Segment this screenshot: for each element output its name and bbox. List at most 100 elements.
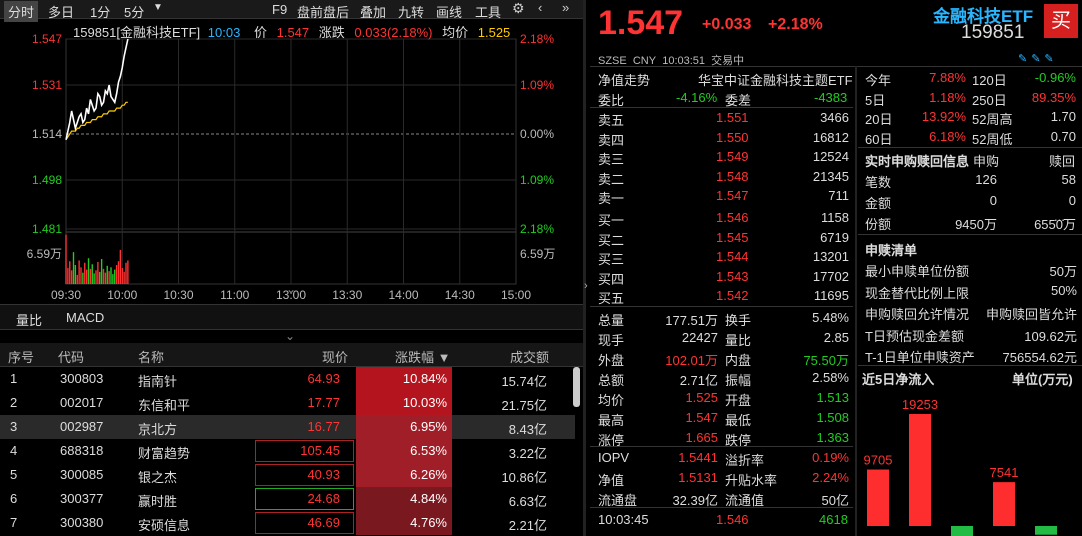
tick-price: 1.546 [716, 512, 749, 527]
vol-tick-left: 6.59万 [27, 247, 62, 261]
ask-level-label: 卖四 [598, 132, 625, 148]
edit-icon[interactable]: ✎✎✎ [1018, 52, 1058, 65]
vol-tick-right: 6.59万 [520, 247, 555, 261]
panel-divider[interactable] [583, 0, 586, 536]
iopv-value: 2.24% [812, 470, 849, 485]
price-change-pct: +2.18% [768, 16, 823, 33]
stat-label: 总量 [598, 313, 625, 328]
ask-level-label: 卖二 [598, 171, 625, 187]
col-change-pct[interactable]: 涨跌幅 ▼ [395, 347, 450, 366]
bid-level-label: 买一 [598, 213, 625, 228]
chart-time: 10:03 [207, 25, 241, 40]
collapse-right-icon[interactable]: › [584, 280, 588, 292]
ask-level-price[interactable]: 1.551 [716, 110, 749, 125]
bid-level-price[interactable]: 1.543 [716, 269, 749, 284]
change-label: 涨跌 [318, 25, 345, 40]
x-tick: 11:00 [220, 288, 249, 302]
bid-level-price[interactable]: 1.542 [716, 288, 749, 303]
stat-label: 现手 [598, 333, 625, 348]
table-row[interactable]: 6 300377 赢时胜 24.68 4.84% 6.63亿 [0, 487, 575, 511]
row-turnover: 10.86亿 [501, 470, 547, 485]
f9-button[interactable]: F9 [268, 1, 291, 18]
ask-level-price[interactable]: 1.547 [716, 188, 749, 203]
buy-button[interactable]: 买 [1044, 4, 1078, 38]
y-tick-right: 2.18% [520, 32, 554, 46]
stat-value: 75.50万 [803, 353, 849, 368]
x-tick: 13:30 [332, 288, 362, 302]
weicha-value: -4383 [814, 90, 848, 105]
nav-trend-link[interactable]: 净值走势 [598, 70, 650, 89]
row-name: 财富趋势 [138, 446, 191, 461]
sr-subscribe-value: 126 [975, 172, 997, 187]
list-label: 现金替代比例上限 [865, 285, 970, 301]
intraday-chart[interactable]: 1.547 2.18% 1.531 1.09% 1.514 0.00% 1.498 1.09%… [0, 19, 583, 302]
bid-level-price[interactable]: 1.546 [716, 210, 749, 225]
perf-label: 5日 [865, 92, 886, 108]
ask-level-price[interactable]: 1.548 [716, 169, 749, 184]
tab-volume-ratio[interactable]: 量比 [16, 310, 42, 329]
ask-level-label: 卖三 [598, 152, 625, 168]
stat-label: 最高 [598, 413, 625, 428]
chevron-down-icon[interactable]: ▼ [153, 2, 163, 13]
perf-value: 0.70 [1050, 128, 1076, 144]
col-name[interactable]: 名称 [138, 347, 164, 366]
ask-level-price[interactable]: 1.550 [716, 130, 749, 145]
change-value: 0.033(2.18%) [354, 25, 433, 40]
expand-icon[interactable]: ⌄ [285, 329, 295, 343]
perf-value: 13.92% [921, 109, 966, 124]
row-turnover: 8.43亿 [508, 422, 547, 437]
stat-value: 2.71亿 [679, 373, 718, 388]
price-change: +0.033 [702, 16, 752, 33]
row-code: 300377 [60, 491, 104, 506]
list-label: T-1日单位申赎资产 [865, 350, 975, 365]
inflow-bar [993, 482, 1015, 526]
table-row[interactable]: 2 002017 东信和平 17.77 10.03% 21.75亿 [0, 391, 575, 415]
table-row[interactable]: 5 300085 银之杰 40.93 6.26% 10.86亿 [0, 463, 575, 487]
table-row[interactable]: 1 300803 指南针 64.93 10.84% 15.74亿 [0, 367, 575, 391]
table-row[interactable]: 3 002987 京北方 16.77 6.95% 8.43亿 [0, 415, 575, 439]
inflow-bar [909, 414, 931, 526]
bid-level-price[interactable]: 1.544 [716, 249, 749, 264]
y-tick-left: 1.514 [32, 127, 62, 141]
row-price: 105.45 [300, 443, 340, 458]
row-change-pct: 4.76% [410, 515, 447, 530]
ask-level-volume: 3466 [820, 110, 849, 125]
col-turnover[interactable]: 成交额 [510, 347, 549, 366]
row-turnover: 21.75亿 [501, 398, 547, 413]
stat-label: 总额 [598, 373, 625, 388]
row-price: 46.69 [307, 515, 340, 530]
table-row[interactable]: 4 688318 财富趋势 105.45 6.53% 3.22亿 [0, 439, 575, 463]
row-index: 5 [10, 467, 18, 482]
chevron-left-icon[interactable]: ‹ [538, 0, 542, 15]
col-code[interactable]: 代码 [58, 347, 84, 366]
table-header: 序号 代码 名称 现价 涨跌幅 ▼ 成交额 [0, 343, 583, 367]
stat-value: 1.665 [685, 430, 718, 445]
row-code: 002017 [60, 395, 104, 410]
table-scrollbar[interactable] [573, 367, 580, 407]
row-index: 6 [10, 491, 18, 506]
col-price[interactable]: 现价 [322, 347, 348, 366]
list-value: 109.62元 [1024, 328, 1077, 344]
collapse-icon[interactable]: » [562, 0, 569, 15]
inflow-label: 7541 [990, 465, 1019, 480]
gear-icon[interactable]: ⚙ [512, 0, 525, 17]
chart-scroll-arrow[interactable]: ⌄ [286, 282, 296, 296]
avg-label: 均价 [442, 25, 469, 40]
bid-level-volume: 6719 [820, 229, 849, 245]
chart-toolbar: 分时 多日 1分 5分 ▼ F9 盘前盘后 叠加 九转 画线 工具 ⚙ ‹ » [0, 0, 583, 22]
subscribe-redeem-title: 实时申购赎回信息 [865, 154, 970, 169]
perf-value: 1.18% [929, 89, 966, 105]
col-index[interactable]: 序号 [8, 347, 34, 366]
tab-macd[interactable]: MACD [66, 310, 104, 325]
indicator-tabs: 量比 MACD [0, 304, 583, 330]
y-tick-left: 1.481 [32, 222, 62, 236]
perf-value: 89.35% [1031, 89, 1076, 105]
list-value: 50万 [1049, 264, 1077, 279]
row-name: 指南针 [138, 374, 178, 389]
table-row[interactable]: 7 300380 安硕信息 46.69 4.76% 2.21亿 [0, 511, 575, 535]
stat-label: 振幅 [725, 373, 752, 388]
ask-level-price[interactable]: 1.549 [716, 149, 749, 164]
bid-level-price[interactable]: 1.545 [716, 230, 749, 245]
row-turnover: 2.21亿 [508, 518, 547, 533]
more-button[interactable]: ... [1054, 209, 1065, 224]
